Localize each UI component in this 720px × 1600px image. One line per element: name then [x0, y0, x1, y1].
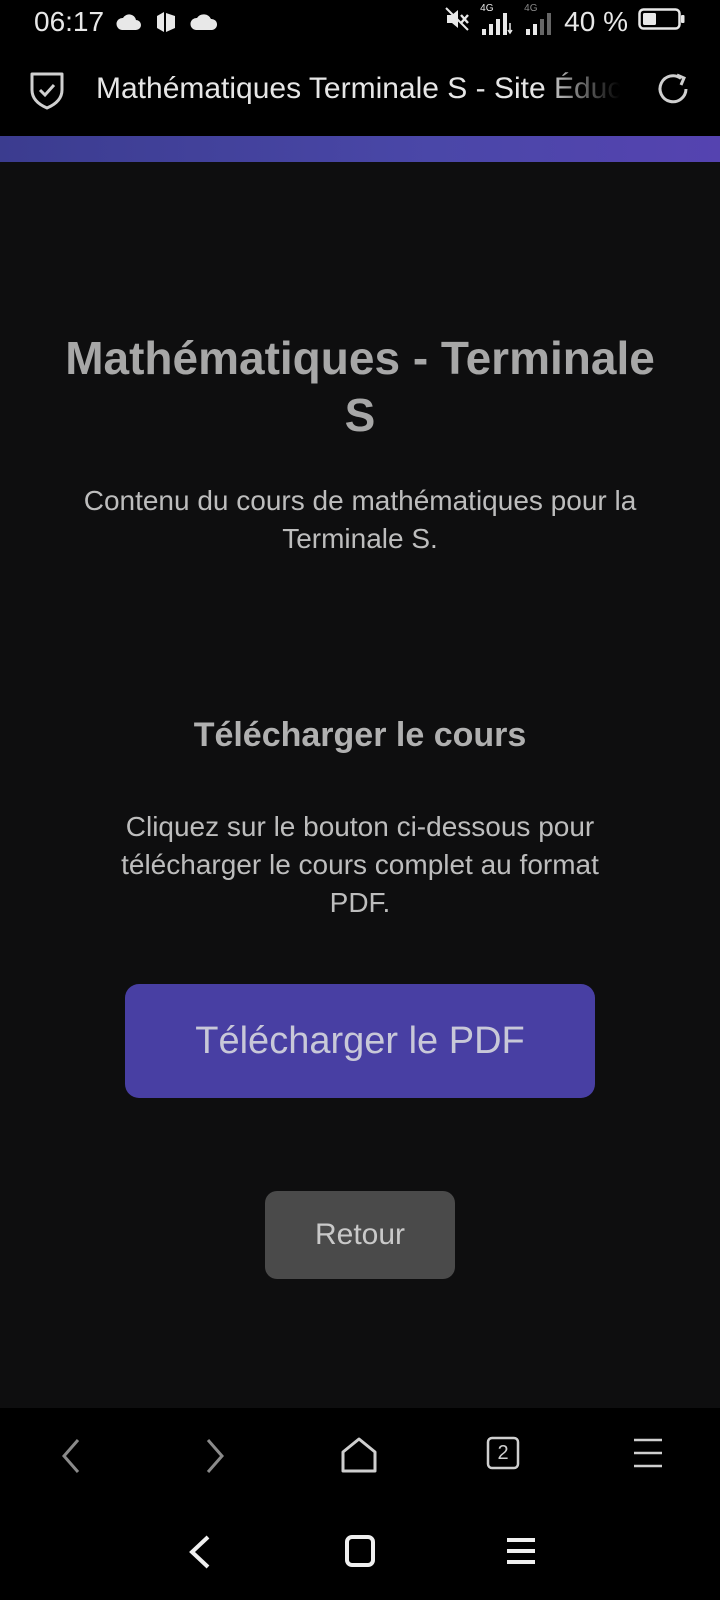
- course-title: Mathématiques - Terminale S: [65, 332, 655, 441]
- cloud-icon: [190, 12, 218, 32]
- status-right: 4G 4G 40 %: [444, 3, 686, 39]
- browser-forward-icon[interactable]: [200, 1436, 230, 1481]
- screen: 06:17 4G 4G 40 % Mathématiques Terminale…: [0, 0, 720, 1600]
- reload-icon[interactable]: [654, 70, 692, 113]
- system-nav-bar: [0, 1504, 720, 1600]
- status-bar: 06:17 4G 4G 40 %: [0, 0, 720, 44]
- mute-icon: [444, 6, 470, 39]
- battery-percent: 40 %: [564, 6, 628, 37]
- nav-home-icon[interactable]: [344, 1534, 376, 1573]
- status-left: 06:17: [34, 6, 218, 38]
- browser-address-bar: Mathématiques Terminale S - Site Éducati…: [0, 44, 720, 136]
- signal-icon: 4G: [480, 3, 514, 37]
- back-button[interactable]: Retour: [265, 1191, 455, 1279]
- nav-back-icon[interactable]: [186, 1534, 214, 1575]
- download-pdf-button[interactable]: Télécharger le PDF: [125, 984, 595, 1098]
- tabs-icon[interactable]: 2: [486, 1436, 520, 1470]
- browser-back-icon[interactable]: [56, 1436, 86, 1481]
- main-content: Mathématiques - Terminale S Contenu du c…: [0, 162, 720, 1408]
- menu-icon[interactable]: [630, 1436, 666, 1475]
- course-description: Contenu du cours de mathématiques pour l…: [83, 485, 637, 554]
- battery-icon: [638, 6, 686, 38]
- nav-recents-icon[interactable]: [504, 1534, 538, 1573]
- security-shield-icon[interactable]: [28, 70, 66, 115]
- site-header-strip: [0, 136, 720, 162]
- cloud-icon: [116, 13, 142, 31]
- notification-app-icon: [154, 10, 178, 34]
- browser-toolbar: 2: [0, 1408, 720, 1504]
- download-section-description: Cliquez sur le bouton ci-dessous pour té…: [121, 811, 599, 918]
- signal-icon: 4G: [524, 3, 554, 37]
- tab-count: 2: [497, 1441, 509, 1464]
- home-icon[interactable]: [340, 1436, 378, 1479]
- status-time: 06:17: [34, 6, 105, 37]
- page-title[interactable]: Mathématiques Terminale S - Site Éducati…: [96, 72, 620, 106]
- download-section-title: Télécharger le cours: [193, 716, 527, 754]
